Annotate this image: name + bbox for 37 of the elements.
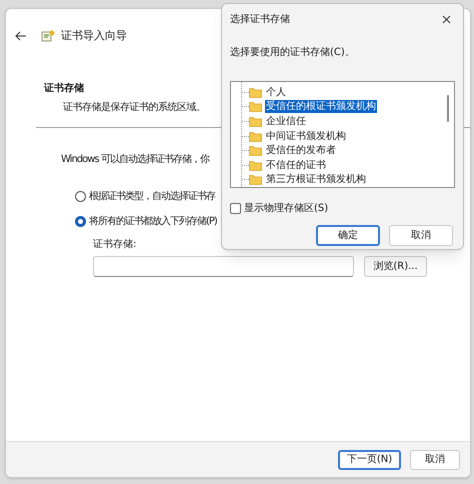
checkbox-label: 显示物理存储区(S) [244, 202, 328, 216]
dialog-button[interactable]: 确定 [316, 225, 380, 246]
folder-icon [249, 145, 262, 156]
folder-icon [249, 130, 262, 142]
store-field[interactable] [93, 256, 354, 276]
folder-icon [249, 86, 262, 98]
tree-item[interactable]: 受信任的根证书颁发机构 [265, 100, 377, 114]
tree-item[interactable]: 不信任的证书 [265, 158, 327, 172]
back-arrow-icon[interactable] [15, 31, 27, 42]
store-label: 证书存储: [93, 238, 136, 252]
folder-icon [249, 116, 262, 127]
certificate-icon [41, 29, 55, 44]
tree-item[interactable]: 企业信任 [265, 114, 307, 128]
tree-item[interactable]: 个人 [265, 86, 287, 99]
tree-item[interactable]: 受信任的发布者 [265, 144, 337, 158]
dialog-title: 选择证书存储 [230, 12, 290, 27]
scrollbar-thumb[interactable] [447, 95, 449, 122]
browse-button[interactable]: 浏览(R)... [364, 256, 427, 276]
dialog-button[interactable]: 取消 [389, 225, 453, 246]
dialog-prompt: 选择要使用的证书存储(C)。 [230, 46, 356, 60]
intro-text: Windows 可以自动选择证书存储，你 [61, 152, 209, 166]
tree-item[interactable]: 第三方根证书颁发机构 [265, 173, 367, 186]
radio-button[interactable] [75, 216, 86, 226]
radio-button[interactable] [75, 190, 86, 202]
section-heading: 证书存储 [44, 82, 84, 96]
folder-icon [249, 101, 262, 112]
radio-label: 根据证书类型，自动选择证书存 [89, 190, 215, 204]
folder-icon [249, 160, 262, 171]
checkbox[interactable] [230, 203, 241, 214]
tree-item[interactable]: 中间证书颁发机构 [265, 130, 347, 143]
close-icon[interactable] [442, 15, 451, 24]
folder-icon [249, 174, 262, 186]
radio-label: 将所有的证书都放入下列存储(P) [89, 214, 217, 228]
footer-button[interactable]: 下一页(N) [338, 450, 401, 470]
section-description: 证书存储是保存证书的系统区域。 [63, 100, 206, 114]
window-title: 证书导入向导 [61, 28, 127, 44]
footer-button[interactable]: 取消 [410, 450, 460, 470]
